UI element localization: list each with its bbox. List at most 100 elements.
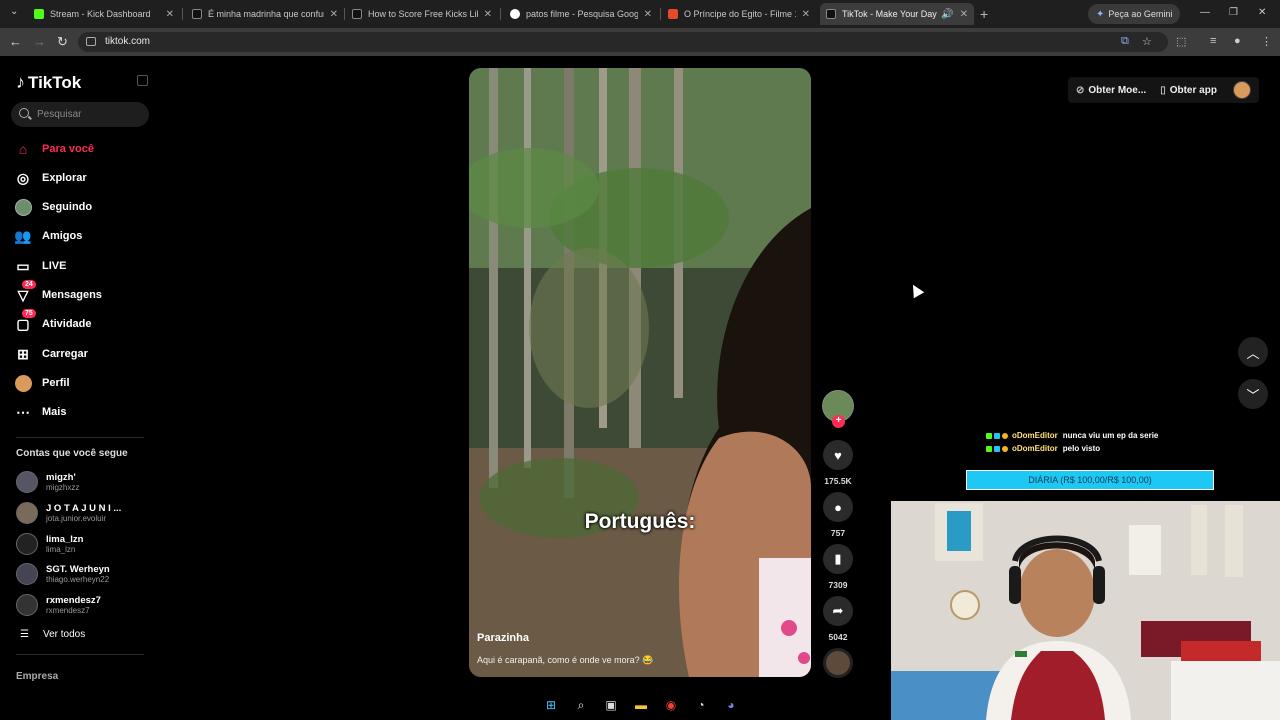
chrome-icon[interactable]: ◉ [662, 696, 680, 714]
nav-para-voce[interactable]: ⌂ Para você [14, 139, 94, 159]
next-video-button[interactable]: ﹀ [1238, 379, 1268, 409]
followed-account[interactable]: J O T A J U N I ... jota.junior.evoluir [16, 501, 121, 525]
back-icon[interactable]: ← [9, 34, 22, 49]
see-all-link[interactable]: ☰ Ver todos [20, 629, 85, 640]
nav-live[interactable]: ▭ LIVE [14, 256, 66, 276]
close-icon[interactable]: ✕ [330, 9, 338, 20]
nav-explorar[interactable]: ◎ Explorar [14, 168, 87, 188]
nav-label: Atividade [42, 318, 92, 330]
bookmark-star-icon[interactable]: ☆ [1142, 35, 1152, 48]
save-button[interactable]: ▮ [823, 544, 853, 574]
divider [16, 654, 144, 655]
browser-tab-strip: ⌄ Stream - Kick Dashboard ✕ É minha madr… [0, 0, 1280, 28]
video-player[interactable]: Português: Parazinha Aqui é carapanã, co… [469, 68, 811, 677]
extensions-icon[interactable]: ⬚ [1176, 35, 1186, 48]
tab-google-search[interactable]: patos filme - Pesquisa Google ✕ [504, 3, 658, 25]
account-name: migzh' [46, 471, 76, 483]
sound-disc-icon[interactable] [823, 648, 853, 678]
close-icon[interactable]: ✕ [802, 9, 810, 20]
list-icon: ☰ [20, 629, 29, 640]
get-coins-button[interactable]: Obter Moe... [1088, 85, 1146, 96]
followed-account[interactable]: migzh' migzhxzz [16, 470, 79, 494]
file-explorer-icon[interactable]: ▬ [632, 696, 650, 714]
video-overlay-text: Português: [584, 510, 696, 533]
tiktok-logo[interactable]: ♪ TikTok [16, 72, 81, 93]
speaker-icon[interactable]: 🔊 [941, 9, 953, 20]
restore-icon[interactable]: ❐ [1229, 7, 1238, 18]
heart-icon: ♥ [834, 447, 842, 463]
tab-tiktok-free-kicks[interactable]: How to Score Free Kicks Like D ✕ [346, 3, 498, 25]
chat-message: oDomEditor pelo visto [986, 444, 1100, 453]
reload-icon[interactable]: ↻ [57, 34, 68, 50]
like-button[interactable]: ♥ [823, 440, 853, 470]
nav-mais[interactable]: ⋯ Mais [14, 402, 66, 422]
chat-message: oDomEditor nunca viu um ep da serie [986, 431, 1158, 440]
account-name: J O T A J U N I ... [46, 502, 122, 514]
messages-icon: ▽ 24 [14, 280, 36, 304]
address-bar[interactable]: tiktok.com [78, 32, 1168, 52]
follow-plus-icon[interactable]: + [832, 415, 845, 428]
tab-label: How to Score Free Kicks Like D [368, 9, 478, 19]
tab-principe-egito[interactable]: O Príncipe do Egito - Filme 199 ✕ [662, 3, 816, 25]
install-app-icon[interactable]: ⧉ [1121, 35, 1129, 48]
comment-count: 757 [830, 528, 846, 538]
nav-mensagens[interactable]: ▽ 24 Mensagens [14, 280, 102, 305]
activity-badge: 75 [22, 309, 36, 318]
nav-amigos[interactable]: 👥 Amigos [14, 226, 82, 246]
tab-search-icon[interactable]: ⌄ [10, 6, 18, 17]
followed-account[interactable]: lima_lzn lima_lzn [16, 532, 84, 556]
tab-separator [660, 8, 661, 20]
nav-label: Mais [42, 406, 67, 418]
close-icon[interactable]: ✕ [960, 9, 968, 20]
account-username: lima_lzn [46, 544, 76, 554]
close-window-icon[interactable]: ✕ [1258, 7, 1266, 18]
tab-tiktok-madrinha[interactable]: É minha madrinha que confund ✕ [186, 3, 344, 25]
user-avatar[interactable] [1232, 81, 1251, 99]
tiktok-icon [192, 9, 202, 19]
close-icon[interactable]: ✕ [484, 9, 492, 20]
live-icon: ▭ [16, 257, 30, 274]
get-app-button[interactable]: Obter app [1170, 85, 1217, 96]
search-placeholder: Pesquisar [37, 109, 82, 120]
profile-icon[interactable]: ● [1234, 35, 1241, 47]
gemini-button[interactable]: ✦ Peça ao Gemini [1088, 4, 1181, 24]
account-username: rxmendesz7 [46, 605, 90, 615]
search-icon[interactable]: ⌕ [572, 696, 590, 714]
tab-kick-dashboard[interactable]: Stream - Kick Dashboard ✕ [28, 3, 180, 25]
share-button[interactable]: ➦ [823, 596, 853, 626]
previous-video-button[interactable]: ︿ [1238, 337, 1268, 367]
obs-icon[interactable]: ◔ [692, 696, 710, 714]
kick-badge-icon [986, 445, 992, 452]
media-controls-icon[interactable]: ≡ [1210, 35, 1216, 47]
nav-perfil[interactable]: Perfil [14, 373, 70, 393]
nav-carregar[interactable]: ⊞ Carregar [14, 344, 88, 364]
forward-icon[interactable]: → [33, 34, 46, 49]
close-icon[interactable]: ✕ [166, 9, 174, 20]
tab-separator [344, 8, 345, 20]
close-icon[interactable]: ✕ [644, 9, 652, 20]
nav-seguindo[interactable]: Seguindo [14, 197, 92, 217]
minimize-icon[interactable]: — [1200, 7, 1210, 18]
upload-icon: ⊞ [17, 345, 29, 362]
video-frame-image [469, 68, 811, 677]
share-count: 5042 [828, 632, 848, 642]
comment-button[interactable]: ● [823, 492, 853, 522]
tab-tiktok-active[interactable]: TikTok - Make Your Day 🔊 ✕ [820, 3, 974, 25]
footer-empresa[interactable]: Empresa [16, 671, 58, 682]
windows-start-icon[interactable]: ⊞ [542, 696, 560, 714]
task-view-icon[interactable]: ▣ [602, 696, 620, 714]
tab-separator [500, 8, 501, 20]
followed-account[interactable]: SGT. Werheyn thiago.werheyn22 [16, 562, 110, 586]
account-name: rxmendesz7 [46, 594, 101, 606]
menu-dots-icon[interactable]: ⋮ [1261, 35, 1272, 48]
nav-label: Carregar [42, 348, 88, 360]
webcam-feed [891, 501, 1280, 720]
collapse-sidebar-icon[interactable] [137, 75, 148, 86]
followed-account[interactable]: rxmendesz7 rxmendesz7 [16, 593, 101, 617]
nav-atividade[interactable]: ▢ 75 Atividade [14, 309, 92, 334]
new-tab-button[interactable]: + [980, 6, 988, 22]
site-info-icon[interactable] [86, 37, 96, 46]
video-author[interactable]: Parazinha [477, 632, 529, 644]
search-input[interactable]: Pesquisar [11, 102, 149, 127]
discord-icon[interactable]: ◕ [722, 696, 740, 714]
